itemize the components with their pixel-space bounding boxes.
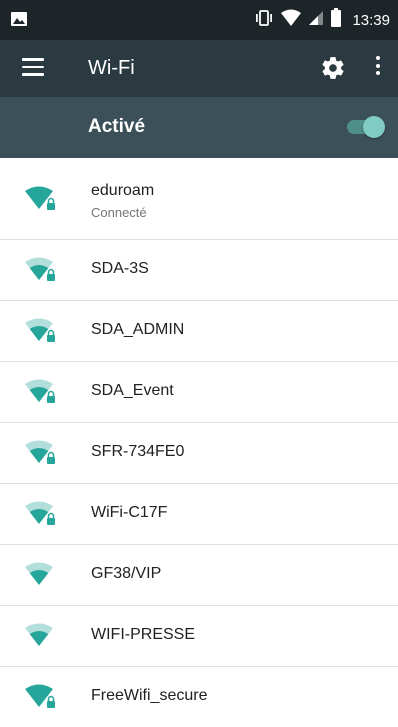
- wifi-lock-partial-icon: [24, 438, 58, 468]
- network-ssid: GF38/VIP: [91, 565, 162, 582]
- network-row-sda-3s[interactable]: SDA-3S: [0, 240, 398, 301]
- network-ssid: eduroam: [91, 182, 155, 199]
- wifi-lock-partial-icon: [24, 377, 58, 407]
- wifi-toggle-switch[interactable]: [347, 116, 385, 138]
- status-bar: 13:39: [0, 0, 398, 40]
- app-toolbar: Wi-Fi: [0, 40, 398, 97]
- network-status: Connecté: [91, 205, 147, 220]
- network-row-sfr-734fe0[interactable]: SFR-734FE0: [0, 423, 398, 484]
- wifi-partial-icon: [24, 621, 58, 651]
- status-icons: 13:39: [254, 0, 390, 40]
- image-notification-icon: [10, 10, 28, 33]
- network-ssid: SFR-734FE0: [91, 443, 185, 460]
- wifi-master-switch-bar[interactable]: Activé: [0, 97, 398, 158]
- network-row-wifi-c17f[interactable]: WiFi-C17F: [0, 484, 398, 545]
- network-ssid: WIFI-PRESSE: [91, 626, 196, 643]
- vibrate-icon: [254, 9, 274, 32]
- more-vert-icon[interactable]: [370, 56, 386, 82]
- network-row-freewifi-secure[interactable]: FreeWifi_secure: [0, 667, 398, 727]
- wifi-signal-icon: [280, 9, 302, 32]
- wifi-lock-partial-icon: [24, 255, 58, 285]
- network-ssid: SDA_ADMIN: [91, 321, 185, 338]
- network-ssid: SDA-3S: [91, 260, 149, 277]
- network-row-wifi-presse[interactable]: WIFI-PRESSE: [0, 606, 398, 667]
- toggle-thumb: [363, 116, 385, 138]
- wifi-lock-partial-icon: [24, 316, 58, 346]
- network-ssid: FreeWifi_secure: [91, 687, 208, 704]
- network-ssid: WiFi-C17F: [91, 504, 168, 521]
- wifi-partial-icon: [24, 560, 58, 590]
- network-row-sda-event[interactable]: SDA_Event: [0, 362, 398, 423]
- page-title: Wi-Fi: [88, 57, 135, 79]
- gear-icon[interactable]: [320, 55, 346, 81]
- network-list: eduroam Connecté SDA-3S SDA_ADMIN SDA_Ev…: [0, 158, 398, 727]
- wifi-lock-partial-icon: [24, 499, 58, 529]
- cell-signal-icon: [308, 9, 324, 32]
- battery-icon: [330, 7, 342, 33]
- hamburger-menu-icon[interactable]: [22, 58, 44, 78]
- network-row-eduroam[interactable]: eduroam Connecté: [0, 158, 398, 240]
- wifi-lock-full-icon: [24, 184, 58, 214]
- clock: 13:39: [352, 11, 390, 29]
- network-ssid: SDA_Event: [91, 382, 174, 399]
- network-row-gf38-vip[interactable]: GF38/VIP: [0, 545, 398, 606]
- network-row-sda-admin[interactable]: SDA_ADMIN: [0, 301, 398, 362]
- wifi-lock-full-icon: [24, 682, 58, 712]
- switch-label: Activé: [88, 116, 146, 137]
